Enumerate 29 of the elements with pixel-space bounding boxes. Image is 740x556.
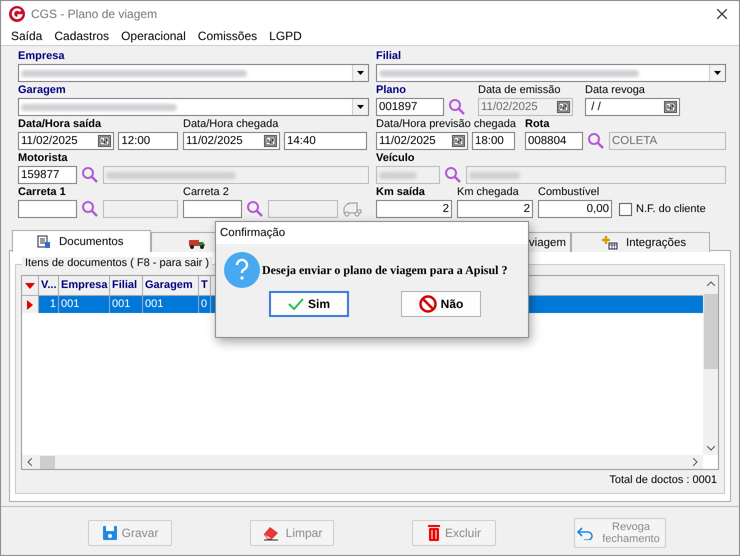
dialog-message: Deseja enviar o plano de viagem para a Apisul ? [262, 262, 508, 278]
dialog-title: Confirmação [220, 227, 286, 239]
field-label: Filial [376, 49, 402, 64]
field-label: Motorista [18, 151, 68, 166]
field-label: Combustível [538, 185, 600, 200]
field-label: Data/Hora saída [18, 117, 102, 132]
group-title: Itens de documentos ( F8 - para sair ) [22, 257, 212, 269]
table-cell: 001 [143, 296, 199, 313]
total-count: Total de doctos : 0001 [608, 473, 718, 486]
field-label: Data/Hora chegada [183, 117, 278, 132]
table-cell: 001 [59, 296, 110, 313]
route-name-field: COLETA [609, 132, 726, 150]
field-label: Veículo [376, 151, 415, 166]
checkbox-label: N.F. do cliente [636, 203, 706, 215]
field-label: Rota [525, 117, 550, 132]
field-label: Data/Hora previsão chegada [376, 117, 516, 132]
field-label: Empresa [18, 49, 64, 64]
field-label: Plano [376, 83, 406, 98]
window-title: CGS - Plano de viagem [31, 6, 158, 20]
field-label: Data de emissão [478, 83, 561, 98]
field-label: Data revoga [585, 83, 645, 98]
field-label: Km saída [376, 185, 425, 200]
field-label: Km chegada [457, 185, 519, 200]
field-label: Garagem [18, 83, 66, 98]
field-label: Carreta 1 [18, 185, 66, 200]
table-cell: 0 [199, 296, 211, 313]
field-label: Carreta 2 [183, 185, 229, 200]
table-cell: 1 [39, 296, 59, 313]
table-cell: 001 [110, 296, 143, 313]
